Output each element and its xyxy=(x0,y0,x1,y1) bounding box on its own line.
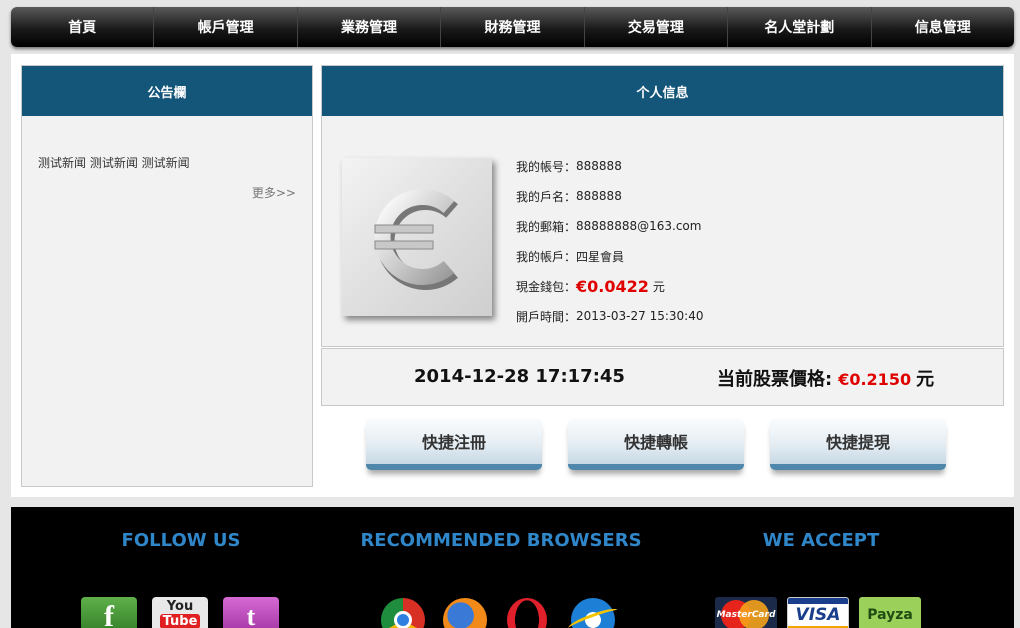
nav-finance-management[interactable]: 財務管理 xyxy=(441,7,585,47)
top-nav: 首頁 帳戶管理 業務管理 財務管理 交易管理 名人堂計劃 信息管理 xyxy=(11,7,1014,47)
mastercard-wordmark: MasterCard xyxy=(716,610,776,620)
account-number-row: 我的帳号： 888888 xyxy=(516,151,703,181)
account-details: 我的帳号： 888888 我的戶名： 888888 我的郵箱： 88888888… xyxy=(516,151,703,331)
nav-hall-of-fame[interactable]: 名人堂計劃 xyxy=(728,7,872,47)
facebook-icon[interactable]: f xyxy=(81,597,137,628)
payza-icon: Payza xyxy=(859,597,921,628)
youtube-wordmark-bottom: Tube xyxy=(159,614,201,628)
open-date-row: 開戶時間： 2013-03-27 15:30:40 xyxy=(516,301,703,331)
cash-wallet-row: 現金錢包： €0.0422 元 xyxy=(516,271,703,301)
cash-wallet-unit: 元 xyxy=(652,279,665,294)
member-level-label: 我的帳戶： xyxy=(516,249,577,264)
nav-message-management[interactable]: 信息管理 xyxy=(872,7,1014,47)
main-content: 公告欄 测试新闻 测试新闻 测试新闻 更多>> 个人信息 我的帳号： 88888… xyxy=(11,54,1014,497)
euro-icon xyxy=(342,158,492,316)
visa-wordmark: VISA xyxy=(795,605,841,625)
youtube-icon[interactable]: You Tube xyxy=(152,597,208,628)
internet-explorer-icon[interactable] xyxy=(566,598,620,628)
stock-price-unit: 元 xyxy=(916,369,935,390)
follow-us-title: FOLLOW US xyxy=(121,530,241,551)
account-number-value: 888888 xyxy=(576,159,622,173)
account-name-label: 我的戶名： xyxy=(516,189,577,204)
open-date-value: 2013-03-27 15:30:40 xyxy=(576,309,704,323)
account-number-label: 我的帳号： xyxy=(516,159,577,174)
chrome-icon[interactable] xyxy=(381,598,425,628)
we-accept-title: WE ACCEPT xyxy=(762,530,880,551)
twitter-icon[interactable]: t xyxy=(223,597,279,628)
footer: FOLLOW US RECOMMENDED BROWSERS WE ACCEPT… xyxy=(11,507,1014,628)
stock-price-value: €0.2150 xyxy=(838,370,912,389)
stock-price: 当前股票價格: €0.2150 元 xyxy=(717,365,934,391)
stock-ticker: 2014-12-28 17:17:45 当前股票價格: €0.2150 元 xyxy=(321,348,1004,406)
quick-transfer-button[interactable]: 快捷轉帳 xyxy=(568,418,744,470)
email-value: 88888888@163.com xyxy=(576,219,702,233)
firefox-icon[interactable] xyxy=(443,598,487,628)
nav-trade-management[interactable]: 交易管理 xyxy=(585,7,729,47)
member-level-row: 我的帳戶： 四星會員 xyxy=(516,241,703,271)
quick-register-button[interactable]: 快捷注冊 xyxy=(366,418,542,470)
notice-item[interactable]: 测试新闻 测试新闻 测试新闻 xyxy=(38,154,190,171)
cash-wallet-label: 現金錢包： xyxy=(516,279,577,294)
account-name-value: 888888 xyxy=(576,189,622,203)
email-row: 我的郵箱： 88888888@163.com xyxy=(516,211,703,241)
payza-wordmark: Payza xyxy=(867,607,913,623)
member-level-value: 四星會員 xyxy=(576,249,625,264)
more-link[interactable]: 更多>> xyxy=(252,184,296,201)
notice-board: 公告欄 测试新闻 测试新闻 测试新闻 更多>> xyxy=(21,65,313,487)
stock-price-label: 当前股票價格: xyxy=(717,369,833,390)
cash-wallet-value: €0.0422 xyxy=(576,276,649,296)
personal-info-panel: 个人信息 我的帳号： 888888 我的戶名： 888888 我的郵箱： 888… xyxy=(321,65,1004,347)
account-name-row: 我的戶名： 888888 xyxy=(516,181,703,211)
current-datetime: 2014-12-28 17:17:45 xyxy=(414,366,625,387)
opera-icon[interactable] xyxy=(507,598,547,628)
nav-home[interactable]: 首頁 xyxy=(11,7,155,47)
email-label: 我的郵箱： xyxy=(516,219,577,234)
youtube-wordmark-top: You xyxy=(166,599,194,614)
quick-withdraw-button[interactable]: 快捷提現 xyxy=(770,418,946,470)
visa-icon: VISA xyxy=(787,597,849,628)
notice-board-title: 公告欄 xyxy=(22,66,312,116)
mastercard-icon: MasterCard xyxy=(715,597,777,628)
nav-account-management[interactable]: 帳戶管理 xyxy=(154,7,298,47)
nav-business-management[interactable]: 業務管理 xyxy=(298,7,442,47)
recommended-browsers-title: RECOMMENDED BROWSERS xyxy=(360,530,642,551)
personal-info-title: 个人信息 xyxy=(322,66,1003,116)
open-date-label: 開戶時間： xyxy=(516,309,577,324)
